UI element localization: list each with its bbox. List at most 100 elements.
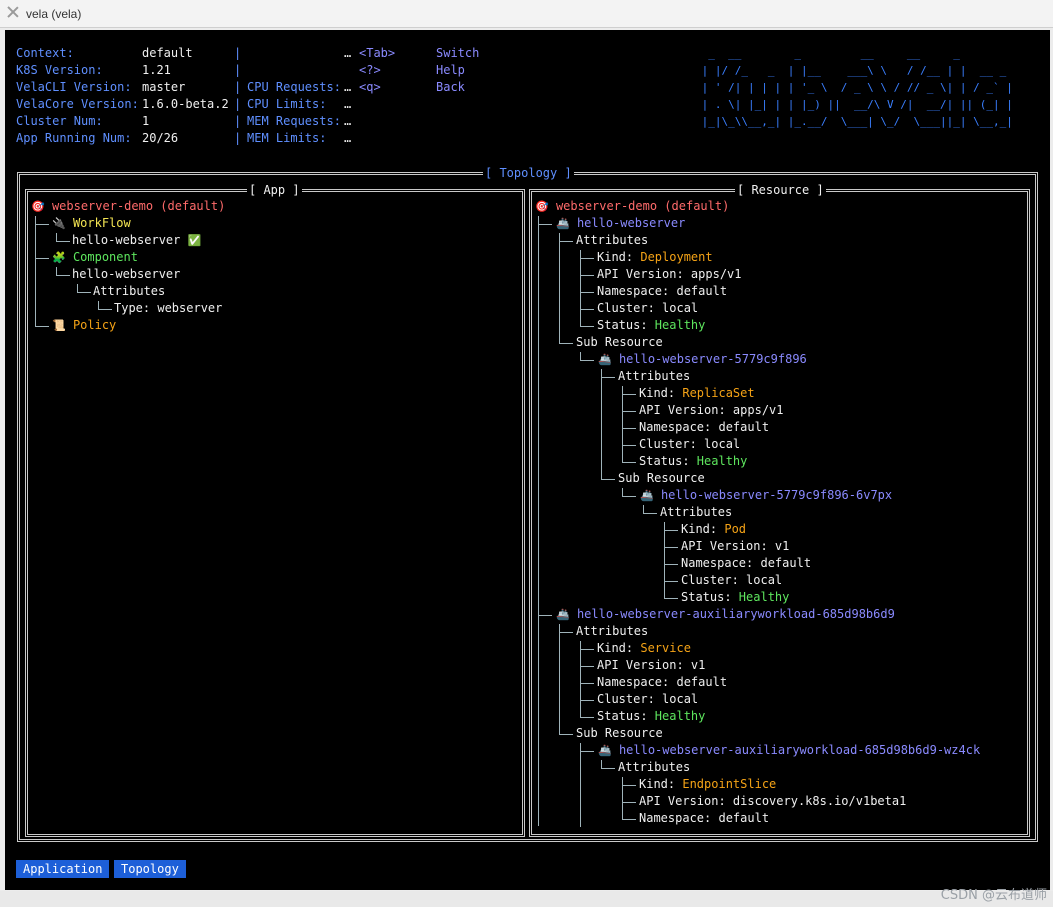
cluster-row: Cluster: local [639, 436, 740, 453]
kind-key: Kind: [597, 641, 641, 655]
status-row: Status: Healthy [597, 317, 705, 334]
tree-connector [622, 785, 636, 786]
attributes-label[interactable]: Attributes [576, 232, 648, 249]
tree-connector [77, 292, 91, 293]
tree-connector [622, 777, 623, 819]
tree-connector [56, 233, 57, 241]
key-tab[interactable]: <Tab> [359, 45, 395, 62]
tree-connector [622, 394, 636, 395]
info-value-context: default [142, 46, 193, 60]
tree-connector [35, 216, 36, 326]
resource-label-mem-requests: MEM Requests: [247, 114, 341, 128]
app-workflow[interactable]: 🔌 WorkFlow [52, 215, 131, 232]
app-component-item[interactable]: hello-webserver [72, 266, 180, 283]
close-icon[interactable] [6, 5, 20, 19]
key-help[interactable]: <?> [359, 62, 381, 79]
resource-value-mem-limits: … [344, 131, 352, 145]
resource-root[interactable]: 🎯 webserver-demo (default) [535, 198, 729, 215]
cluster-row: Cluster: local [681, 572, 782, 589]
resource-node[interactable]: 🚢 hello-webserver-auxiliaryworkload-685d… [598, 742, 980, 759]
ship-icon: 🚢 [598, 744, 612, 757]
kind-value: Deployment [640, 250, 713, 264]
topology-title: [ Topology ] [483, 166, 574, 180]
api-row: API Version: apps/v1 [639, 402, 784, 419]
kind-value: Pod [724, 522, 747, 536]
status-row: Status: Healthy [639, 453, 747, 470]
app-workflow-step[interactable]: hello-webserver ✅ [72, 232, 201, 249]
tree-connector [56, 241, 70, 242]
resource-node[interactable]: 🚢 hello-webserver-5779c9f896-6v7px [640, 487, 892, 504]
status-key: Status: [639, 454, 697, 468]
tree-connector [580, 250, 581, 326]
tab-application[interactable]: Application [16, 860, 110, 878]
tree-connector [601, 768, 615, 769]
tree-connector [580, 326, 594, 327]
sub-resource-label[interactable]: Sub Resource [576, 725, 663, 742]
terminal: Context: default K8S Version: 1.21 VelaC… [5, 30, 1050, 890]
ship-icon: 🚢 [556, 217, 570, 230]
scroll-icon: 📜 [52, 319, 66, 332]
resource-node[interactable]: 🚢 hello-webserver-auxiliaryworkload-685d… [556, 606, 895, 623]
resource-label-mem-limits: MEM Limits: [247, 131, 327, 145]
tree-connector [664, 547, 678, 548]
kind-key: Kind: [681, 522, 725, 536]
separator: | [234, 131, 242, 145]
resource-node[interactable]: 🚢 hello-webserver [556, 215, 685, 232]
resource-value-cpu-requests: … [344, 80, 352, 94]
tree-connector [622, 819, 636, 820]
kind-key: Kind: [597, 250, 641, 264]
tree-connector [643, 505, 644, 513]
app-attributes[interactable]: Attributes [93, 283, 165, 300]
kind-value: EndpointSlice [682, 777, 777, 791]
tab-topology[interactable]: Topology [114, 860, 186, 878]
separator: | [234, 46, 242, 60]
puzzle-icon: 🧩 [52, 251, 66, 264]
api-value: v1 [690, 658, 706, 672]
kind-row: Kind: Service [597, 640, 691, 657]
resource-name: hello-webserver [576, 216, 686, 230]
tree-connector [622, 496, 636, 497]
logo-line: | ' /| | | | | '_ \ / _ \ \ / // _ \| | … [695, 81, 1013, 94]
kind-value: ReplicaSet [682, 386, 755, 400]
tree-connector [559, 624, 560, 734]
tree-connector [622, 445, 636, 446]
window-footer [0, 891, 1053, 907]
action-switch[interactable]: Switch [436, 45, 479, 62]
app-policy[interactable]: 📜 Policy [52, 317, 116, 334]
tree-connector [559, 632, 573, 633]
tree-connector [35, 326, 49, 327]
sub-resource-label[interactable]: Sub Resource [618, 470, 705, 487]
app-component[interactable]: 🧩 Component [52, 249, 138, 266]
attributes-label[interactable]: Attributes [576, 623, 648, 640]
tree-connector [643, 513, 657, 514]
app-type: Type: webserver [114, 301, 223, 315]
tree-connector [601, 479, 615, 480]
resource-node[interactable]: 🚢 hello-webserver-5779c9f896 [598, 351, 807, 368]
sub-resource-label[interactable]: Sub Resource [576, 334, 663, 351]
status-value: Healthy [654, 709, 706, 723]
tree-connector [580, 683, 594, 684]
attributes-label[interactable]: Attributes [660, 504, 732, 521]
logo-line: | |/ /_ _ | |__ ___\ \ / /__ | | __ _ [695, 64, 1007, 77]
kind-key: Kind: [639, 777, 683, 791]
status-value: Healthy [654, 318, 706, 332]
logo-line: | . \| |_| | | |_) || __/\ V /| __/| || … [695, 98, 1013, 111]
status-key: Status: [681, 590, 739, 604]
key-back[interactable]: <q> [359, 79, 381, 96]
namespace-key: Namespace: [681, 556, 761, 570]
api-key: API Version: [639, 403, 733, 417]
info-value-velacli: master [142, 80, 186, 94]
workflow-icon: 🔌 [52, 217, 66, 230]
tree-connector [622, 428, 636, 429]
action-help[interactable]: Help [436, 62, 465, 79]
check-icon: ✅ [187, 234, 202, 247]
kind-row: Kind: EndpointSlice [639, 776, 776, 793]
attributes-label[interactable]: Attributes [618, 368, 690, 385]
action-back[interactable]: Back [436, 79, 465, 96]
cluster-value: local [662, 301, 699, 315]
window-titlebar: vela (vela) [0, 0, 1053, 28]
namespace-value: default [676, 284, 728, 298]
resource-panel-title: [ Resource ] [735, 183, 826, 197]
attributes-label[interactable]: Attributes [618, 759, 690, 776]
app-root[interactable]: 🎯 webserver-demo (default) [31, 198, 225, 215]
